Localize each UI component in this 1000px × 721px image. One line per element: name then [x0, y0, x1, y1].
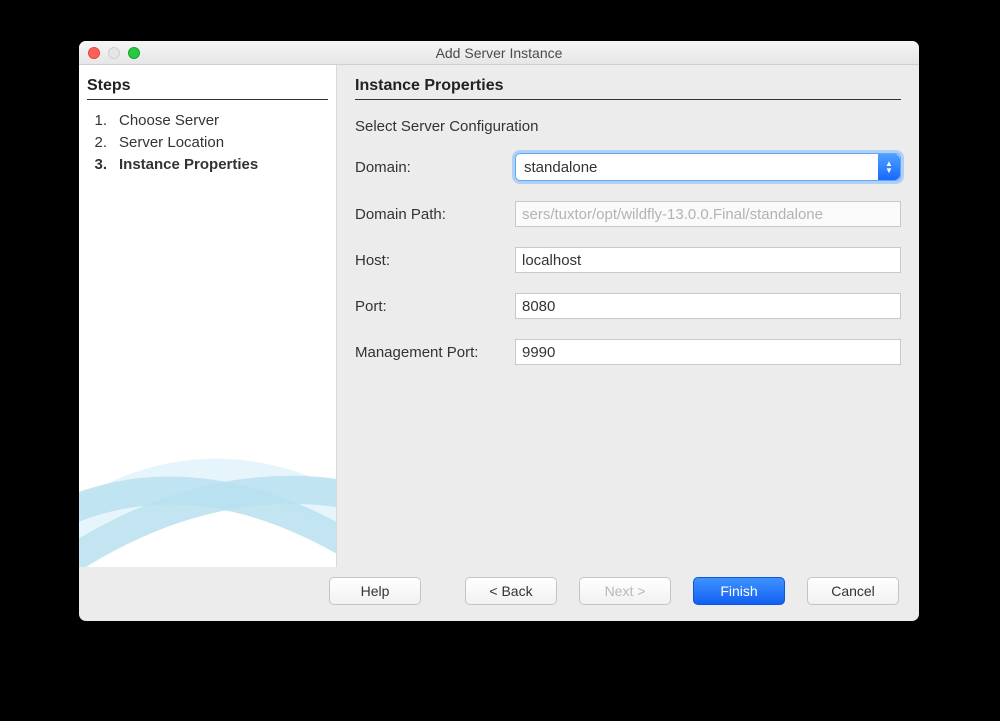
steps-pane: Steps 1. Choose Server 2. Server Locatio…	[79, 65, 337, 567]
titlebar: Add Server Instance	[79, 41, 919, 65]
domain-path-label: Domain Path:	[355, 206, 515, 223]
step-number: 3.	[91, 154, 107, 176]
form-description: Select Server Configuration	[355, 118, 901, 135]
dialog-window: Add Server Instance Steps 1. Choose Serv…	[79, 41, 919, 621]
form-pane: Instance Properties Select Server Config…	[337, 65, 919, 567]
next-button: Next >	[579, 577, 671, 605]
step-item: 1. Choose Server	[91, 110, 328, 132]
host-label: Host:	[355, 252, 515, 269]
port-field[interactable]	[515, 293, 901, 319]
chevron-up-down-icon: ▲▼	[878, 154, 900, 180]
domain-select[interactable]: standalone ▲▼	[515, 153, 901, 181]
footer: Help < Back Next > Finish Cancel	[79, 567, 919, 621]
steps-list: 1. Choose Server 2. Server Location 3. I…	[87, 110, 328, 175]
domain-path-field	[515, 201, 901, 227]
domain-label: Domain:	[355, 159, 515, 176]
traffic-lights	[79, 47, 140, 59]
steps-heading: Steps	[87, 77, 328, 100]
domain-select-value: standalone	[524, 159, 597, 176]
decorative-swoosh	[79, 337, 337, 567]
step-label: Choose Server	[119, 110, 219, 132]
back-button[interactable]: < Back	[465, 577, 557, 605]
form-heading: Instance Properties	[355, 77, 901, 100]
step-number: 2.	[91, 132, 107, 154]
help-button[interactable]: Help	[329, 577, 421, 605]
mgmt-port-label: Management Port:	[355, 344, 515, 361]
step-item-current: 3. Instance Properties	[91, 154, 328, 176]
minimize-icon	[108, 47, 120, 59]
zoom-icon[interactable]	[128, 47, 140, 59]
port-label: Port:	[355, 298, 515, 315]
finish-button[interactable]: Finish	[693, 577, 785, 605]
form-grid: Domain: standalone ▲▼ Domain Path: Host:…	[355, 153, 901, 365]
step-number: 1.	[91, 110, 107, 132]
host-field[interactable]	[515, 247, 901, 273]
step-label: Server Location	[119, 132, 224, 154]
window-title: Add Server Instance	[79, 45, 919, 61]
step-item: 2. Server Location	[91, 132, 328, 154]
cancel-button[interactable]: Cancel	[807, 577, 899, 605]
step-label: Instance Properties	[119, 154, 258, 176]
mgmt-port-field[interactable]	[515, 339, 901, 365]
close-icon[interactable]	[88, 47, 100, 59]
